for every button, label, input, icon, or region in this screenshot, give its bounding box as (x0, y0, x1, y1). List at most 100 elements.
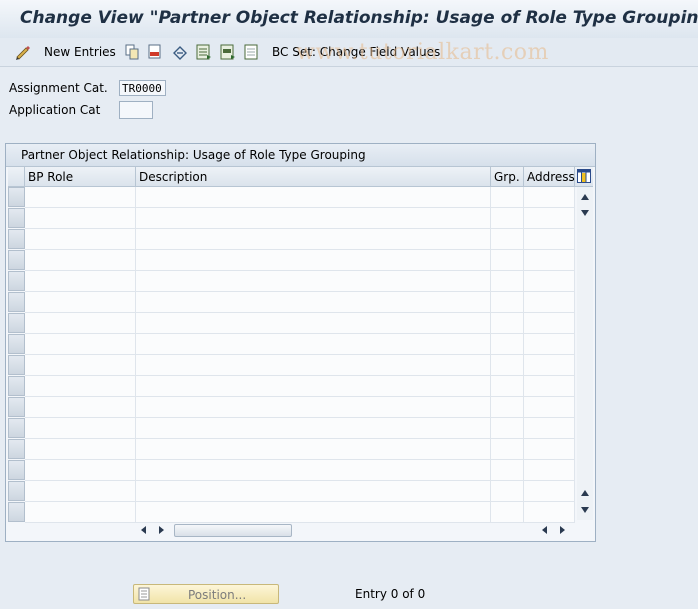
table-cell[interactable] (25, 460, 136, 481)
table-cell[interactable] (524, 187, 575, 208)
row-selector[interactable] (8, 334, 25, 354)
table-cell[interactable] (136, 481, 491, 502)
row-selector[interactable] (8, 271, 25, 291)
table-cell[interactable] (25, 439, 136, 460)
select-all-button[interactable] (196, 43, 212, 61)
horizontal-scroll-thumb[interactable] (174, 524, 292, 537)
table-cell[interactable] (136, 229, 491, 250)
table-cell[interactable] (136, 355, 491, 376)
table-cell[interactable] (491, 229, 524, 250)
row-selector[interactable] (8, 229, 25, 249)
table-cell[interactable] (524, 439, 575, 460)
table-cell[interactable] (136, 271, 491, 292)
position-button[interactable]: Position... (133, 584, 279, 604)
row-selector[interactable] (8, 418, 25, 438)
column-header-bp-role[interactable]: BP Role (25, 167, 136, 187)
table-cell[interactable] (524, 271, 575, 292)
row-selector[interactable] (8, 502, 25, 522)
table-cell[interactable] (524, 229, 575, 250)
scroll-far-left-arrow[interactable] (542, 526, 547, 534)
table-cell[interactable] (136, 313, 491, 334)
table-cell[interactable] (491, 334, 524, 355)
table-cell[interactable] (25, 355, 136, 376)
table-cell[interactable] (25, 397, 136, 418)
table-cell[interactable] (491, 397, 524, 418)
row-selector[interactable] (8, 208, 25, 228)
row-selector[interactable] (8, 355, 25, 375)
table-cell[interactable] (25, 271, 136, 292)
table-cell[interactable] (491, 439, 524, 460)
select-all-rows-header[interactable] (8, 167, 25, 187)
table-cell[interactable] (524, 334, 575, 355)
row-selector[interactable] (8, 376, 25, 396)
table-cell[interactable] (136, 250, 491, 271)
table-cell[interactable] (25, 418, 136, 439)
scroll-page-down-arrow[interactable] (581, 507, 589, 513)
copy-as-button[interactable] (124, 43, 140, 61)
table-cell[interactable] (491, 271, 524, 292)
table-cell[interactable] (25, 376, 136, 397)
table-cell[interactable] (491, 376, 524, 397)
table-cell[interactable] (25, 187, 136, 208)
horizontal-scrollbar[interactable] (136, 522, 576, 538)
deselect-all-button[interactable] (244, 43, 260, 61)
table-cell[interactable] (136, 439, 491, 460)
table-cell[interactable] (491, 250, 524, 271)
undo-change-button[interactable] (171, 43, 189, 61)
table-cell[interactable] (491, 208, 524, 229)
scroll-up-arrow[interactable] (581, 194, 589, 200)
scroll-left-arrow[interactable] (141, 526, 146, 534)
table-cell[interactable] (136, 418, 491, 439)
table-cell[interactable] (524, 418, 575, 439)
table-cell[interactable] (491, 292, 524, 313)
table-cell[interactable] (524, 208, 575, 229)
table-cell[interactable] (524, 355, 575, 376)
delete-button[interactable] (147, 43, 163, 61)
row-selector[interactable] (8, 460, 25, 480)
table-cell[interactable] (491, 502, 524, 523)
table-cell[interactable] (136, 187, 491, 208)
table-cell[interactable] (491, 460, 524, 481)
table-cell[interactable] (491, 313, 524, 334)
table-cell[interactable] (136, 376, 491, 397)
table-cell[interactable] (25, 250, 136, 271)
scroll-right-arrow[interactable] (159, 526, 164, 534)
display-change-button[interactable] (15, 43, 33, 61)
table-settings-button[interactable] (575, 167, 593, 187)
table-cell[interactable] (524, 292, 575, 313)
table-cell[interactable] (491, 481, 524, 502)
table-cell[interactable] (25, 292, 136, 313)
scroll-far-right-arrow[interactable] (560, 526, 565, 534)
table-cell[interactable] (136, 397, 491, 418)
table-cell[interactable] (491, 418, 524, 439)
table-cell[interactable] (524, 376, 575, 397)
table-cell[interactable] (136, 502, 491, 523)
row-selector[interactable] (8, 439, 25, 459)
select-block-button[interactable] (220, 43, 236, 61)
table-cell[interactable] (25, 208, 136, 229)
row-selector[interactable] (8, 481, 25, 501)
assignment-cat-field[interactable]: TR0000 (119, 80, 166, 96)
table-cell[interactable] (25, 229, 136, 250)
table-cell[interactable] (524, 481, 575, 502)
vertical-scrollbar[interactable] (577, 187, 593, 520)
table-cell[interactable] (25, 481, 136, 502)
table-cell[interactable] (524, 502, 575, 523)
scroll-page-up-arrow[interactable] (581, 490, 589, 496)
row-selector[interactable] (8, 292, 25, 312)
table-cell[interactable] (524, 460, 575, 481)
table-cell[interactable] (25, 334, 136, 355)
table-cell[interactable] (25, 502, 136, 523)
table-cell[interactable] (136, 460, 491, 481)
new-entries-button[interactable]: New Entries (44, 43, 116, 61)
table-cell[interactable] (491, 187, 524, 208)
application-cat-field[interactable] (119, 101, 153, 119)
column-header-grp[interactable]: Grp. (491, 167, 524, 187)
column-header-address[interactable]: Address (524, 167, 575, 187)
table-cell[interactable] (136, 292, 491, 313)
table-cell[interactable] (524, 397, 575, 418)
table-cell[interactable] (136, 208, 491, 229)
table-cell[interactable] (25, 313, 136, 334)
row-selector[interactable] (8, 250, 25, 270)
scroll-down-arrow[interactable] (581, 210, 589, 216)
